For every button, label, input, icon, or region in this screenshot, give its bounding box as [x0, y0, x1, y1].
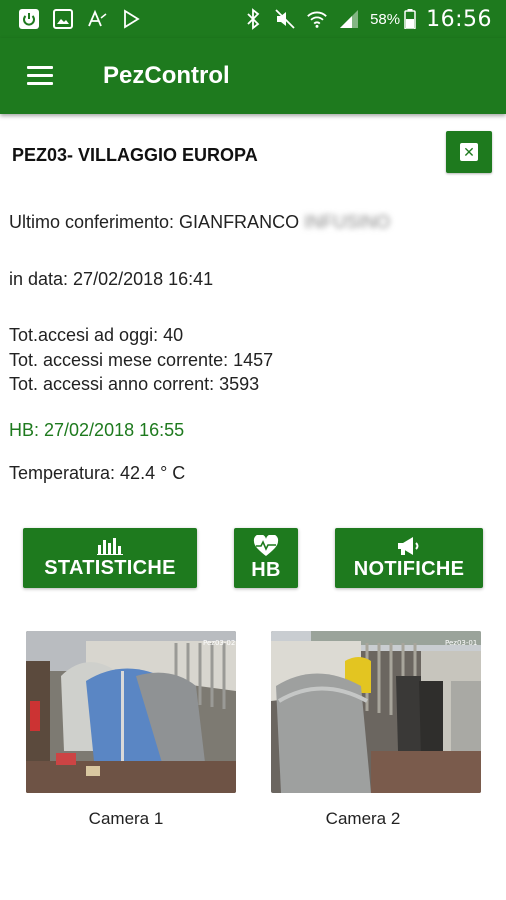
hamburger-menu-icon[interactable]: [27, 66, 53, 86]
notifications-button-label: NOTIFICHE: [353, 557, 465, 580]
camera-1-overlay-text: Pez03-02: [203, 639, 235, 647]
bluetooth-icon: [242, 8, 264, 30]
image-icon: [52, 8, 74, 30]
statistics-button[interactable]: STATISTICHE: [23, 528, 197, 588]
camera-1-feed[interactable]: Pez03-02: [26, 631, 236, 793]
heartbeat-icon: [253, 534, 279, 556]
hb-button[interactable]: HB: [234, 528, 298, 588]
hb-button-label: HB: [251, 558, 281, 581]
tot-accesses-month: Tot. accessi mese corrente: 1457: [9, 350, 274, 370]
clock: 16:56: [426, 6, 492, 32]
status-bar: 58% 16:56: [0, 0, 506, 38]
camera-2-label: Camera 2: [325, 809, 401, 828]
megaphone-icon: [398, 536, 419, 555]
tot-accesses-year: Tot. accessi anno corrent: 3593: [9, 374, 260, 394]
last-conferral-label: Ultimo conferimento: GIANFRANCO: [9, 212, 300, 232]
camera-2-overlay-text: Pez03-01: [445, 639, 477, 647]
camera-2-image: Pez03-01: [271, 631, 481, 793]
last-conferral-surname-redacted: INFUSINO: [304, 212, 391, 232]
battery-icon: [404, 9, 416, 29]
power-icon: [18, 8, 40, 30]
statistics-button-label: STATISTICHE: [44, 556, 176, 579]
bar-chart-icon: [97, 537, 123, 555]
temperature: Temperatura: 42.4 ° C: [9, 463, 186, 483]
site-title: PEZ03- VILLAGGIO EUROPA: [12, 145, 258, 165]
close-icon: ✕: [460, 143, 478, 161]
camera-1-label: Camera 1: [88, 809, 164, 828]
mute-icon: [274, 8, 296, 30]
close-button[interactable]: ✕: [446, 131, 492, 173]
play-store-icon: [120, 8, 142, 30]
app-title: PezControl: [103, 62, 230, 89]
notifications-button[interactable]: NOTIFICHE: [335, 528, 483, 588]
font-a-icon: [86, 8, 108, 30]
last-conferral: Ultimo conferimento: GIANFRANCO INFUSINO: [9, 212, 390, 233]
battery-percent: 58%: [370, 10, 401, 28]
hb-timestamp: HB: 27/02/2018 16:55: [9, 420, 185, 440]
signal-icon: [338, 8, 360, 30]
camera-2-feed[interactable]: Pez03-01: [271, 631, 481, 793]
wifi-icon: [306, 8, 328, 30]
camera-1-image: Pez03-02: [26, 631, 236, 793]
conferral-date: in data: 27/02/2018 16:41: [9, 269, 214, 289]
tot-accesses-today: Tot.accesi ad oggi: 40: [9, 325, 184, 345]
app-bar: PezControl: [0, 38, 506, 114]
battery-indicator: 58%: [370, 9, 416, 29]
